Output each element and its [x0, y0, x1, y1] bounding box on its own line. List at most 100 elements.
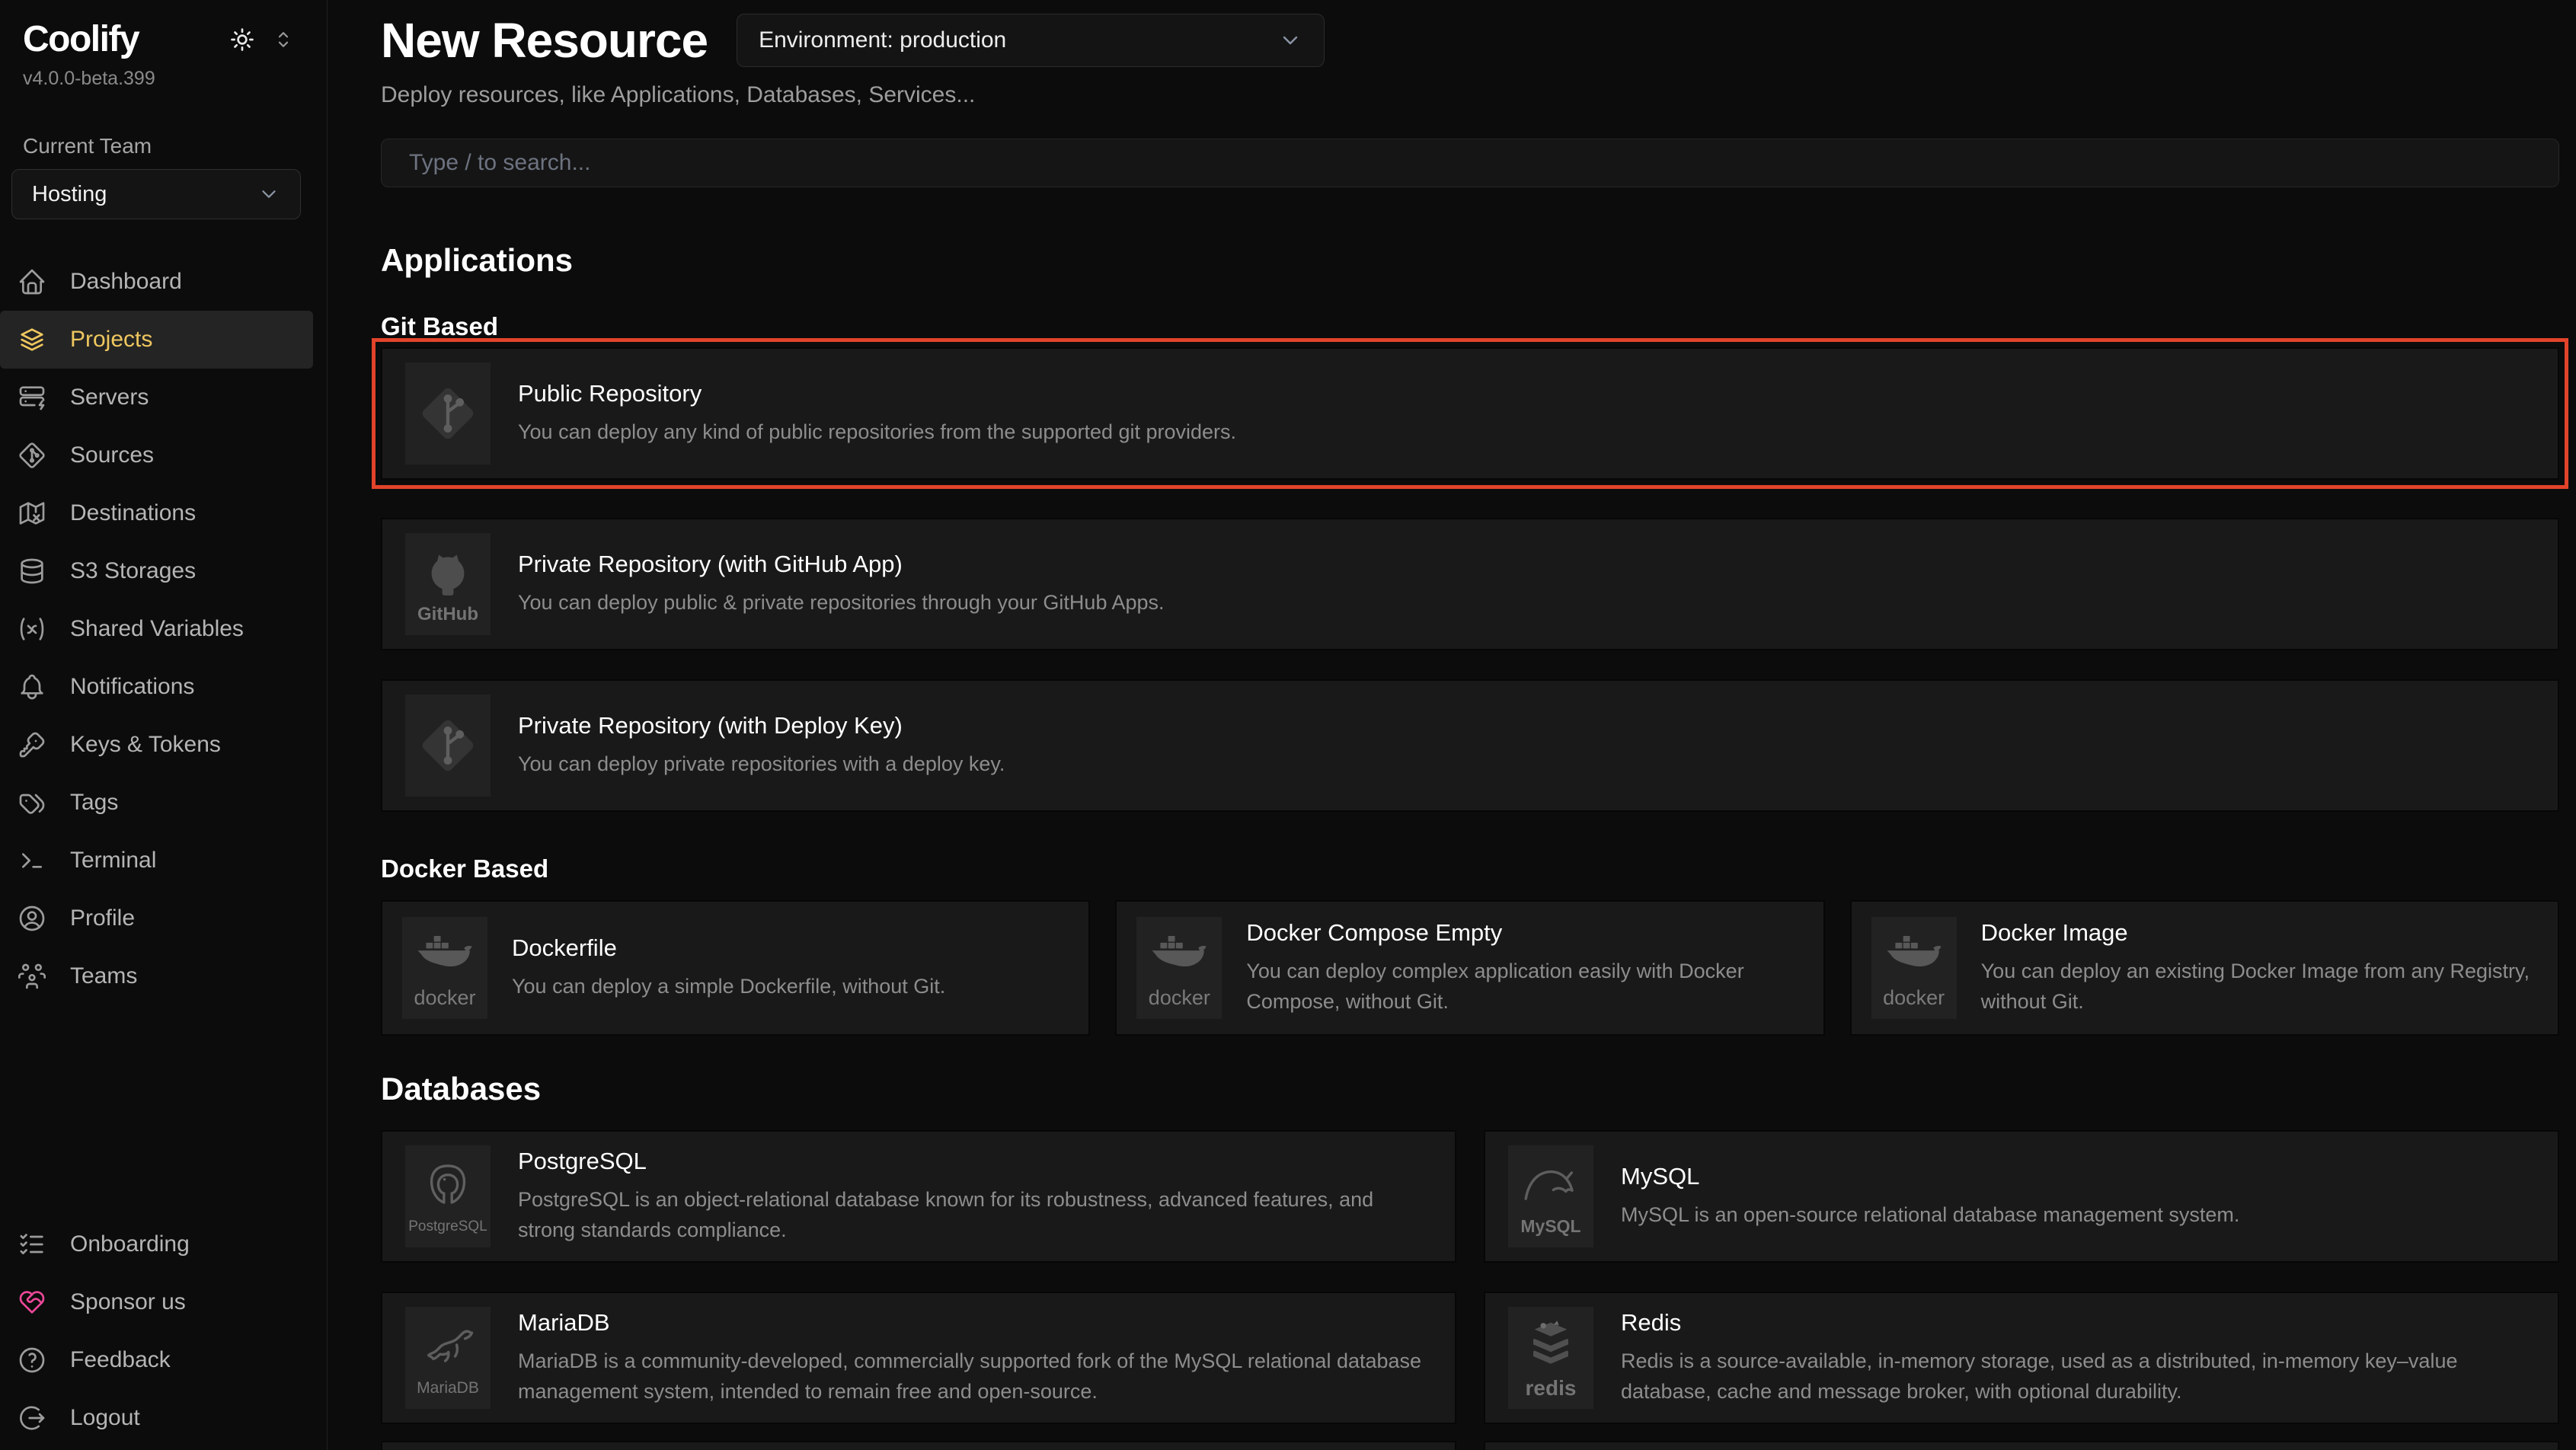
docker-logo-icon [414, 928, 476, 984]
environment-select-value: Environment: production [759, 27, 1006, 53]
card-text: Private Repository (with GitHub App) You… [518, 551, 2535, 618]
sidebar-item-destinations[interactable]: Destinations [0, 484, 313, 542]
sidebar-item-sources[interactable]: Sources [0, 426, 313, 484]
card-description: You can deploy an existing Docker Image … [1981, 956, 2538, 1017]
sidebar-item-label: S3 Storages [70, 558, 196, 584]
github-logo: GitHub [405, 533, 491, 635]
highlighted-card-wrapper: Public Repository You can deploy any kin… [381, 347, 2559, 480]
card-title: PostgreSQL [518, 1148, 1432, 1175]
sidebar-item-logout[interactable]: Logout [0, 1389, 313, 1447]
card-text: MariaDB MariaDB is a community-developed… [518, 1309, 1432, 1407]
card-title: Private Repository (with Deploy Key) [518, 712, 2535, 739]
card-description: PostgreSQL is an object-relational datab… [518, 1184, 1432, 1246]
search-bar [381, 139, 2559, 187]
redis-logo: redis [1508, 1307, 1593, 1409]
sidebar-item-shared-variables[interactable]: Shared Variables [0, 600, 313, 658]
next-row-partially-visible [381, 1441, 2559, 1450]
card-text: Public Repository You can deploy any kin… [518, 380, 2535, 448]
card-text: Dockerfile You can deploy a simple Docke… [512, 934, 1069, 1002]
card-description: You can deploy a simple Dockerfile, with… [512, 971, 1069, 1002]
bell-icon [17, 672, 47, 702]
card-redis[interactable]: redis Redis Redis is a source-available,… [1484, 1292, 2559, 1424]
sidebar-item-label: Terminal [70, 848, 156, 874]
sidebar-item-label: Sources [70, 442, 154, 468]
sidebar-item-dashboard[interactable]: Dashboard [0, 253, 313, 311]
database-cards-row-2: MariaDB MariaDB MariaDB is a community-d… [381, 1292, 2559, 1424]
sidebar-item-label: Sponsor us [70, 1289, 186, 1315]
postgresql-logo: PostgreSQL [405, 1145, 491, 1247]
team-select[interactable]: Hosting [11, 169, 301, 219]
card-description: You can deploy private repositories with… [518, 749, 2535, 780]
environment-select[interactable]: Environment: production [737, 14, 1325, 67]
card-text: Docker Image You can deploy an existing … [1981, 919, 2538, 1017]
sidebar-item-tags[interactable]: Tags [0, 774, 313, 832]
sidebar-item-profile[interactable]: Profile [0, 889, 313, 947]
card-dockerfile[interactable]: docker Dockerfile You can deploy a simpl… [381, 900, 1090, 1036]
card-mysql[interactable]: MySQL MySQL MySQL is an open-source rela… [1484, 1130, 2559, 1263]
card-description: MariaDB is a community-developed, commer… [518, 1346, 1432, 1407]
tags-icon [17, 787, 47, 818]
card-text: Docker Compose Empty You can deploy comp… [1246, 919, 1803, 1017]
sidebar-item-s3-storages[interactable]: S3 Storages [0, 542, 313, 600]
sidebar-item-keys-tokens[interactable]: Keys & Tokens [0, 716, 313, 774]
sidebar-item-onboarding[interactable]: Onboarding [0, 1215, 313, 1273]
sidebar-item-label: Projects [70, 327, 152, 353]
card-partially-visible[interactable] [381, 1441, 1456, 1450]
sidebar-item-terminal[interactable]: Terminal [0, 832, 313, 889]
sidebar-item-projects[interactable]: Projects [0, 311, 313, 369]
mysql-logo: MySQL [1508, 1145, 1593, 1247]
card-mariadb[interactable]: MariaDB MariaDB MariaDB is a community-d… [381, 1292, 1456, 1424]
sidebar-item-label: Tags [70, 790, 118, 816]
search-input[interactable] [409, 150, 2531, 176]
sidebar-item-feedback[interactable]: Feedback [0, 1331, 313, 1389]
card-title: Docker Compose Empty [1246, 919, 1803, 947]
git-logo [405, 362, 491, 465]
subsection-title-docker-based: Docker Based [381, 854, 2559, 883]
sidebar-item-sponsor-us[interactable]: Sponsor us [0, 1273, 313, 1331]
sidebar-item-label: Dashboard [70, 269, 182, 295]
card-postgresql[interactable]: PostgreSQL PostgreSQL PostgreSQL is an o… [381, 1130, 1456, 1263]
variable-icon [17, 614, 47, 644]
sidebar-item-label: Servers [70, 385, 149, 410]
checklist-icon [17, 1229, 47, 1260]
logout-icon [17, 1403, 47, 1433]
card-public-repository[interactable]: Public Repository You can deploy any kin… [381, 347, 2559, 480]
mysql-logo-label: MySQL [1520, 1218, 1580, 1235]
sidebar-item-notifications[interactable]: Notifications [0, 658, 313, 716]
card-partially-visible[interactable] [1484, 1441, 2559, 1450]
docker-logo-label: docker [414, 988, 475, 1008]
users-group-icon [17, 961, 47, 992]
server-icon [17, 382, 47, 413]
card-docker-compose-empty[interactable]: docker Docker Compose Empty You can depl… [1115, 900, 1824, 1036]
key-icon [17, 730, 47, 760]
card-title: Public Repository [518, 380, 2535, 407]
git-branch-icon [17, 440, 47, 471]
mariadb-logo-label: MariaDB [417, 1380, 479, 1396]
card-text: Private Repository (with Deploy Key) You… [518, 712, 2535, 780]
card-private-repository-github-app[interactable]: GitHub Private Repository (with GitHub A… [381, 518, 2559, 650]
section-title-databases: Databases [381, 1071, 2559, 1107]
section-title-applications: Applications [381, 242, 2559, 279]
theme-toggle-sun-icon[interactable] [228, 25, 257, 54]
card-docker-image[interactable]: docker Docker Image You can deploy an ex… [1850, 900, 2559, 1036]
user-circle-icon [17, 903, 47, 934]
docker-logo-label: docker [1883, 988, 1945, 1008]
page-header: New Resource Environment: production [381, 12, 2559, 69]
version-text: v4.0.0-beta.399 [0, 68, 327, 90]
page-title: New Resource [381, 12, 708, 69]
docker-logo: docker [402, 917, 487, 1019]
app-logo: Coolify [23, 18, 139, 60]
help-circle-icon [17, 1345, 47, 1375]
card-private-repository-deploy-key[interactable]: Private Repository (with Deploy Key) You… [381, 679, 2559, 812]
sidebar-item-teams[interactable]: Teams [0, 947, 313, 1005]
docker-logo-label: docker [1149, 988, 1210, 1008]
sidebar-item-label: Profile [70, 905, 135, 931]
team-select-value: Hosting [32, 182, 107, 207]
sidebar-item-label: Keys & Tokens [70, 732, 221, 758]
card-text: Redis Redis is a source-available, in-me… [1621, 1309, 2535, 1407]
mysql-logo-icon [1520, 1158, 1582, 1214]
mariadb-logo: MariaDB [405, 1307, 491, 1409]
sidebar-item-servers[interactable]: Servers [0, 369, 313, 426]
font-size-updown-icon[interactable] [272, 28, 295, 51]
sidebar-header: Coolify [0, 18, 327, 60]
